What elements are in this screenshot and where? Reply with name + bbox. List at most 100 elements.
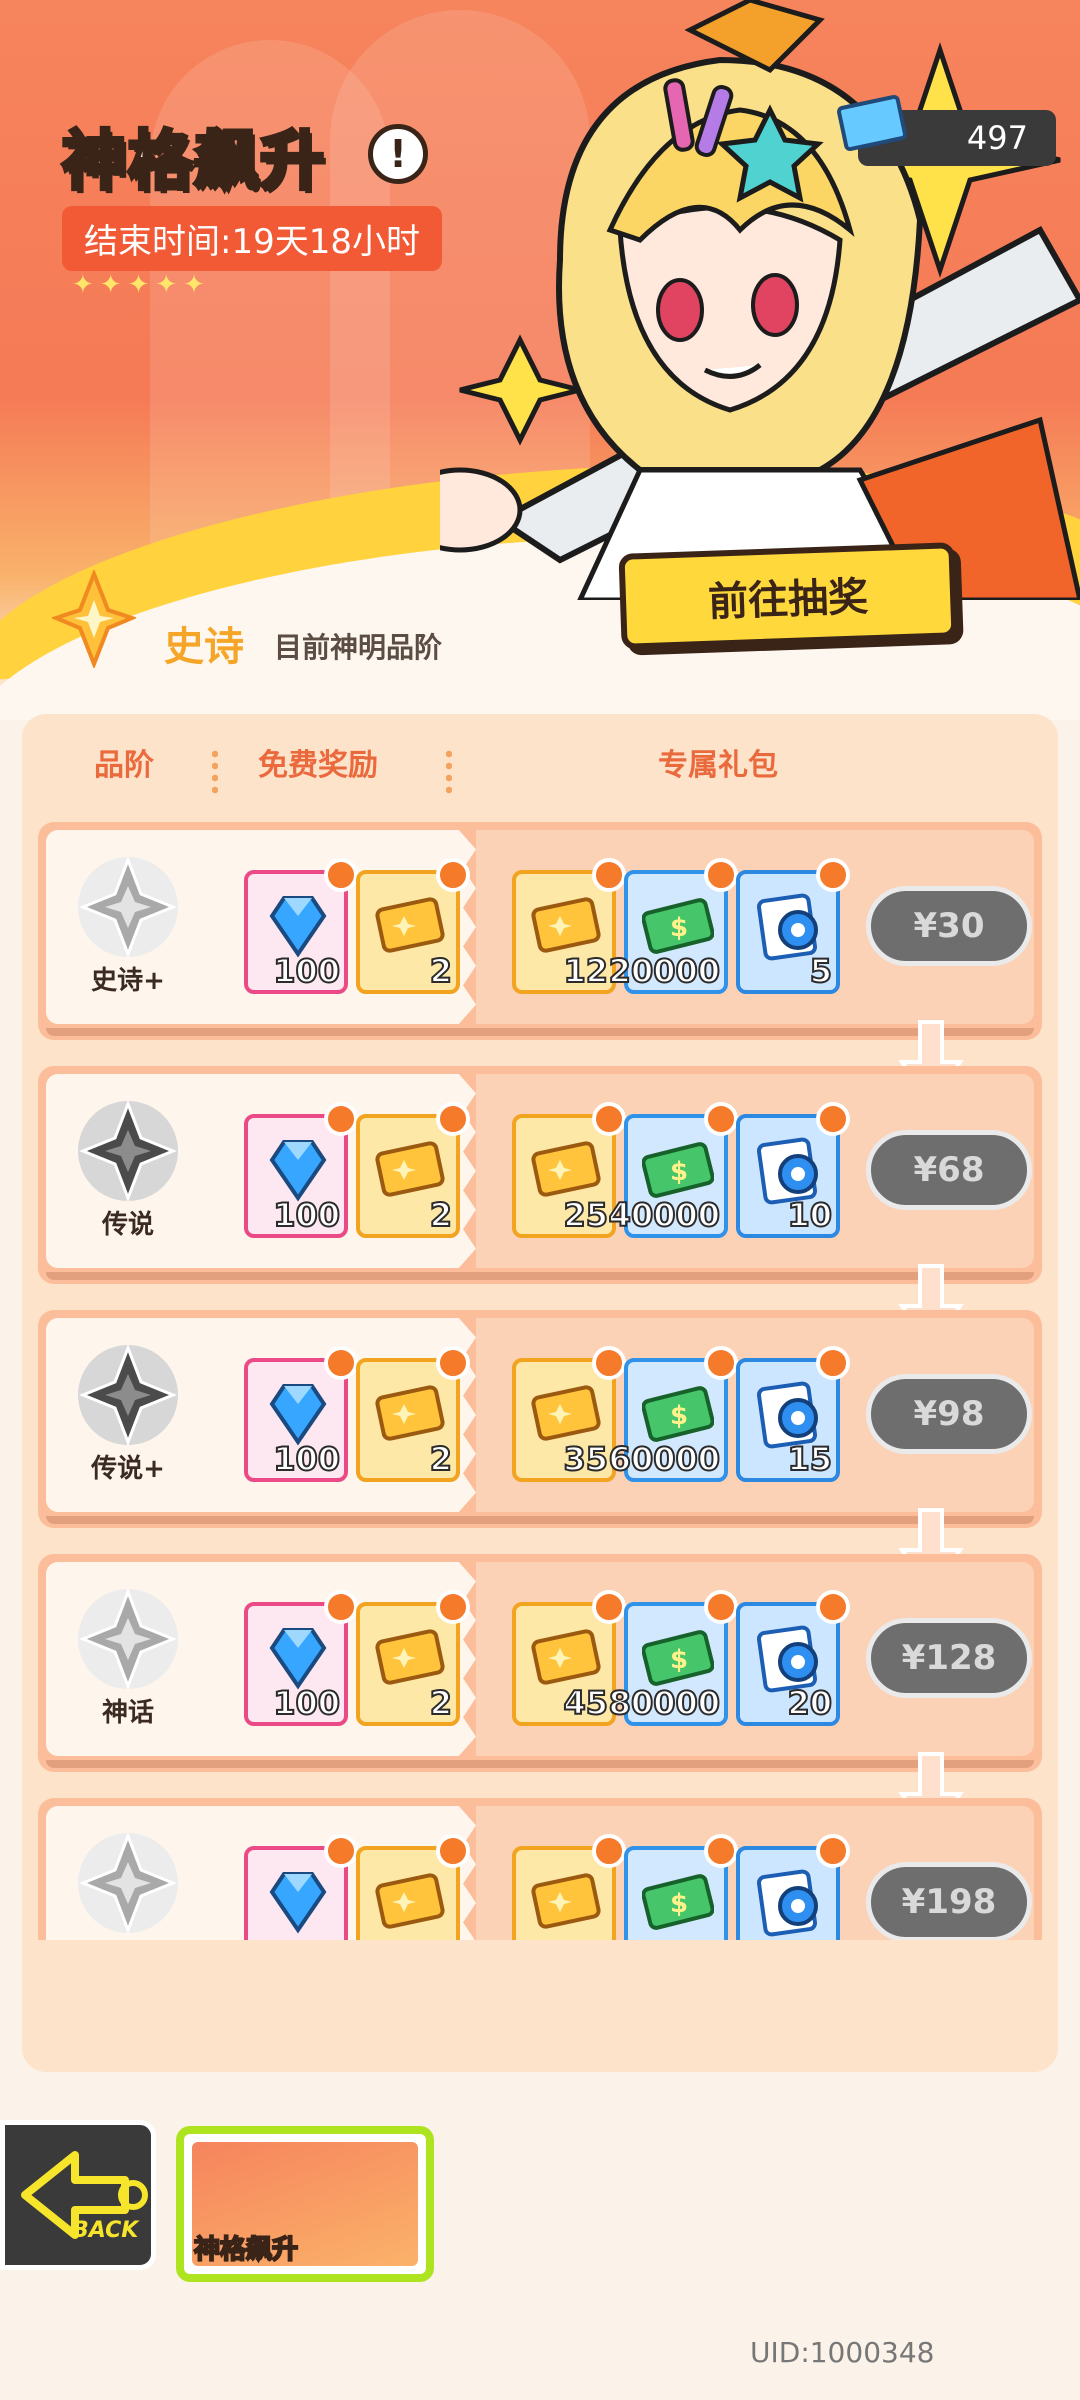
tier-label: 史诗+ — [91, 966, 165, 996]
event-title: 神格飙升 — [60, 123, 326, 201]
svg-text:$: $ — [670, 913, 688, 943]
reward-quantity: 2 — [429, 1195, 453, 1235]
reward-quantity: 100 — [272, 951, 341, 991]
reward-quantity: 20000 — [608, 951, 721, 991]
free-reward-gem[interactable] — [244, 1834, 358, 1940]
header-free: 免费奖励 — [258, 748, 378, 783]
reward-quantity: 12 — [562, 951, 609, 991]
lock-icon — [324, 858, 358, 892]
pack-reward-ticket[interactable] — [512, 1834, 626, 1940]
pack-reward-card[interactable]: 20 — [736, 1590, 850, 1726]
reward-quantity: 25 — [562, 1195, 609, 1235]
current-rank-desc: 目前神明品阶 — [274, 631, 443, 664]
tier-row: 传说 100 2 25 $ 40000 10 ¥68 — [38, 1066, 1042, 1284]
free-reward-gem[interactable]: 100 — [244, 1346, 358, 1482]
pack-reward-cash[interactable]: $ — [624, 1834, 738, 1940]
lock-icon — [816, 858, 850, 892]
free-reward-ticket[interactable]: 2 — [356, 1590, 470, 1726]
reward-quantity: 60000 — [608, 1439, 721, 1479]
reward-quantity: 10 — [786, 1195, 833, 1235]
price-button[interactable]: ¥128 — [866, 1618, 1032, 1698]
event-timer: 结束时间:19天18小时 — [62, 206, 442, 271]
pack-reward-cash[interactable]: $ 20000 — [608, 858, 738, 994]
tier-badge: 传说+ — [68, 1340, 188, 1490]
svg-text:$: $ — [670, 1401, 688, 1431]
lock-icon — [816, 1346, 850, 1380]
free-reward-ticket[interactable]: 2 — [356, 858, 470, 994]
lock-icon — [436, 858, 470, 892]
lock-icon — [816, 1102, 850, 1136]
reward-quantity: 100 — [272, 1195, 341, 1235]
free-reward-gem[interactable]: 100 — [244, 858, 358, 994]
current-rank-name: 史诗 — [164, 624, 244, 670]
info-button[interactable]: ! — [368, 124, 428, 184]
pack-reward-cash[interactable]: $ 80000 — [608, 1590, 738, 1726]
pack-reward-ticket[interactable]: 35 — [512, 1346, 626, 1482]
price-button[interactable]: ¥68 — [866, 1130, 1032, 1210]
free-reward-ticket[interactable]: 2 — [356, 1102, 470, 1238]
reward-quantity: 35 — [562, 1439, 609, 1479]
svg-text:$: $ — [670, 1889, 688, 1919]
pack-reward-card[interactable]: 5 — [736, 858, 850, 994]
lock-icon — [324, 1346, 358, 1380]
pack-reward-cash[interactable]: $ 40000 — [608, 1102, 738, 1238]
lock-icon — [592, 858, 626, 892]
lock-icon — [436, 1102, 470, 1136]
lock-icon — [436, 1834, 470, 1868]
tier-rows: 史诗+ 100 2 12 $ 20000 5 ¥30 传说 100 2 25 $… — [22, 822, 1058, 1940]
free-reward-gem[interactable]: 100 — [244, 1590, 358, 1726]
header-tier: 品阶 — [94, 748, 154, 783]
pack-reward-ticket[interactable]: 12 — [512, 858, 626, 994]
tier-row: 神话 100 2 45 $ 80000 20 ¥128 — [38, 1554, 1042, 1772]
tab-event[interactable]: 神格飙升 — [176, 2126, 434, 2282]
rating-stars: ✦✦✦✦✦ — [72, 270, 211, 300]
go-draw-button[interactable]: 前往抽奖 — [618, 542, 958, 650]
lock-icon — [704, 1834, 738, 1868]
rewards-panel: 品阶 免费奖励 专属礼包 史诗+ 100 2 12 $ 20000 5 ¥30 … — [22, 714, 1058, 2072]
free-reward-ticket[interactable] — [356, 1834, 470, 1940]
lock-icon — [704, 858, 738, 892]
reward-quantity: 15 — [786, 1439, 833, 1479]
tier-row: $ ¥198 — [38, 1798, 1042, 1940]
tab-label: 神格飙升 — [193, 2234, 299, 2266]
tier-label: 传说+ — [91, 1454, 165, 1484]
reward-quantity: 5 — [809, 951, 833, 991]
free-reward-ticket[interactable]: 2 — [356, 1346, 470, 1482]
lock-icon — [704, 1102, 738, 1136]
lock-icon — [324, 1590, 358, 1624]
lock-icon — [592, 1346, 626, 1380]
price-button[interactable]: ¥198 — [866, 1862, 1032, 1940]
reward-quantity: 20 — [786, 1683, 833, 1723]
lock-icon — [324, 1102, 358, 1136]
reward-quantity: 45 — [562, 1683, 609, 1723]
header-exclusive: 专属礼包 — [658, 748, 778, 783]
price-button[interactable]: ¥98 — [866, 1374, 1032, 1454]
lock-icon — [592, 1102, 626, 1136]
pack-reward-cash[interactable]: $ 60000 — [608, 1346, 738, 1482]
lock-icon — [592, 1834, 626, 1868]
reward-quantity: 80000 — [608, 1683, 721, 1723]
free-reward-gem[interactable]: 100 — [244, 1102, 358, 1238]
svg-text:$: $ — [670, 1157, 688, 1187]
tier-badge: 史诗+ — [68, 852, 188, 1002]
back-button[interactable] — [0, 2120, 156, 2270]
price-button[interactable]: ¥30 — [866, 886, 1032, 966]
tier-label: 传说 — [101, 1210, 154, 1240]
lock-icon — [816, 1590, 850, 1624]
lock-icon — [324, 1834, 358, 1868]
reward-quantity: 40000 — [608, 1195, 721, 1235]
user-id: UID:1000348 — [750, 2336, 935, 2369]
reward-quantity: 100 — [272, 1439, 341, 1479]
pack-reward-ticket[interactable]: 25 — [512, 1102, 626, 1238]
pack-reward-card[interactable]: 10 — [736, 1102, 850, 1238]
ticket-count: 497 — [966, 119, 1028, 157]
pack-reward-card[interactable]: 15 — [736, 1346, 850, 1482]
tier-label: 神话 — [101, 1698, 154, 1728]
pack-reward-card[interactable] — [736, 1834, 850, 1940]
rank-epic-icon — [52, 570, 136, 668]
back-label: BACK — [72, 2218, 139, 2243]
tier-row: 史诗+ 100 2 12 $ 20000 5 ¥30 — [38, 822, 1042, 1040]
pack-reward-ticket[interactable]: 45 — [512, 1590, 626, 1726]
back-arrow-icon — [21, 2151, 148, 2239]
lock-icon — [592, 1590, 626, 1624]
